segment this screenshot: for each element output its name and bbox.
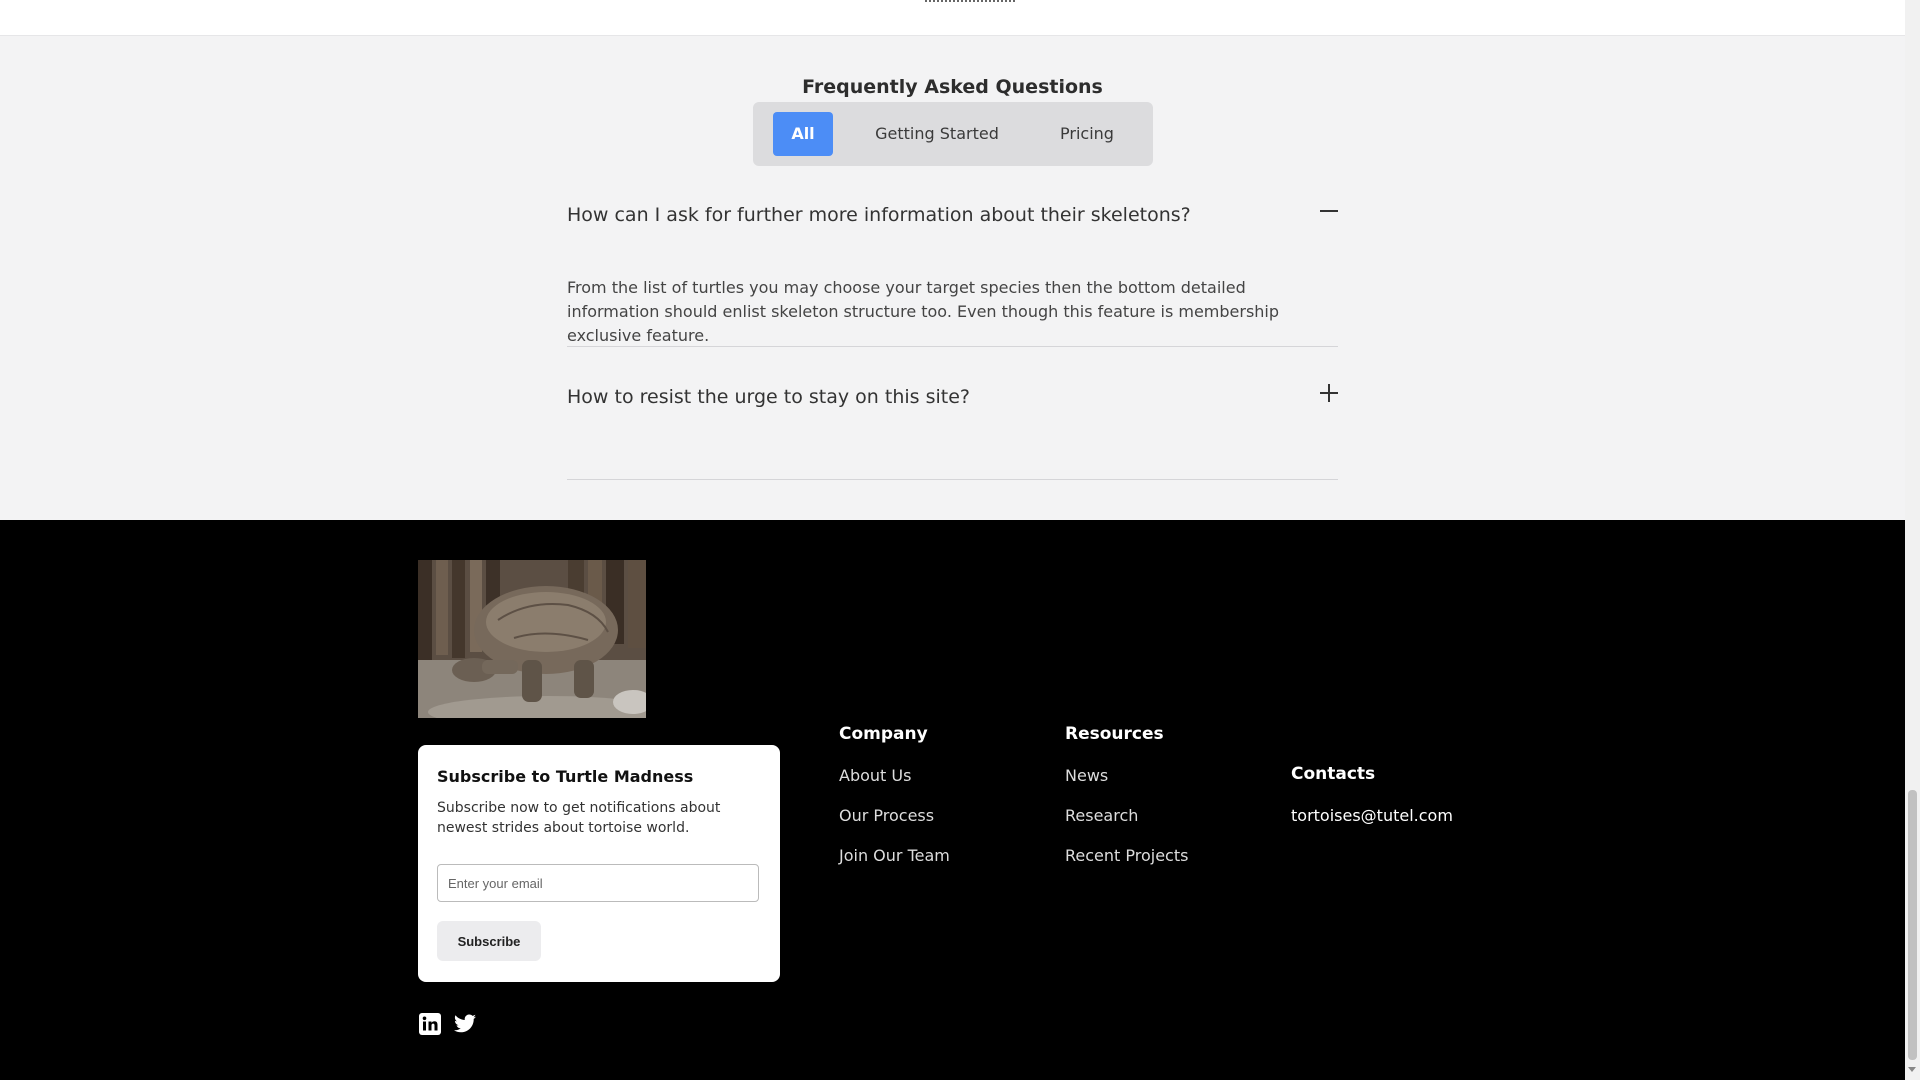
- scrollbar-thumb[interactable]: [1908, 790, 1917, 1060]
- faq-section: Frequently Asked Questions All Getting S…: [0, 36, 1905, 520]
- faq-divider: [567, 479, 1338, 480]
- tab-pricing[interactable]: Pricing: [1041, 112, 1133, 156]
- subscribe-button[interactable]: Subscribe: [437, 921, 541, 961]
- faq-answer-skeletons: From the list of turtles you may choose …: [567, 278, 1280, 345]
- contact-email[interactable]: tortoises@tutel.com: [1291, 806, 1453, 825]
- contacts-heading: Contacts: [1291, 764, 1376, 784]
- faq-question-resist-urge[interactable]: How to resist the urge to stay on this s…: [567, 386, 1338, 408]
- tab-getting-started[interactable]: Getting Started: [853, 112, 1021, 156]
- footer-link-research[interactable]: Research: [1065, 806, 1138, 825]
- subscribe-title: Subscribe to Turtle Madness: [437, 767, 694, 786]
- scroll-down-arrow-icon[interactable]: [1908, 1067, 1916, 1072]
- site-footer: Subscribe to Turtle Madness Subscribe no…: [0, 520, 1905, 1080]
- footer-link-news[interactable]: News: [1065, 766, 1108, 785]
- footer-link-our-process[interactable]: Our Process: [839, 806, 934, 825]
- top-section-edge: [0, 0, 1905, 36]
- clipped-content: [925, 0, 1015, 2]
- subscribe-description: Subscribe now to get notifications about…: [437, 800, 721, 836]
- faq-divider: [567, 346, 1338, 347]
- footer-link-recent-projects[interactable]: Recent Projects: [1065, 846, 1188, 865]
- email-input[interactable]: [437, 864, 759, 902]
- faq-title: Frequently Asked Questions: [802, 76, 1103, 98]
- resources-heading: Resources: [1065, 724, 1164, 744]
- expand-icon[interactable]: [1318, 382, 1340, 404]
- faq-question-skeletons[interactable]: How can I ask for further more informati…: [567, 204, 1338, 226]
- faq-tabs: All Getting Started Pricing: [753, 102, 1153, 166]
- tortoise-image: [418, 560, 646, 718]
- footer-link-join-our-team[interactable]: Join Our Team: [839, 846, 950, 865]
- tab-all[interactable]: All: [773, 112, 833, 156]
- linkedin-icon[interactable]: [418, 1012, 442, 1036]
- footer-link-about-us[interactable]: About Us: [839, 766, 911, 785]
- company-heading: Company: [839, 724, 928, 744]
- collapse-icon[interactable]: [1318, 200, 1340, 222]
- twitter-icon[interactable]: [452, 1012, 476, 1036]
- page-scrollbar[interactable]: [1905, 0, 1920, 1080]
- subscribe-card: Subscribe to Turtle Madness Subscribe no…: [418, 745, 780, 982]
